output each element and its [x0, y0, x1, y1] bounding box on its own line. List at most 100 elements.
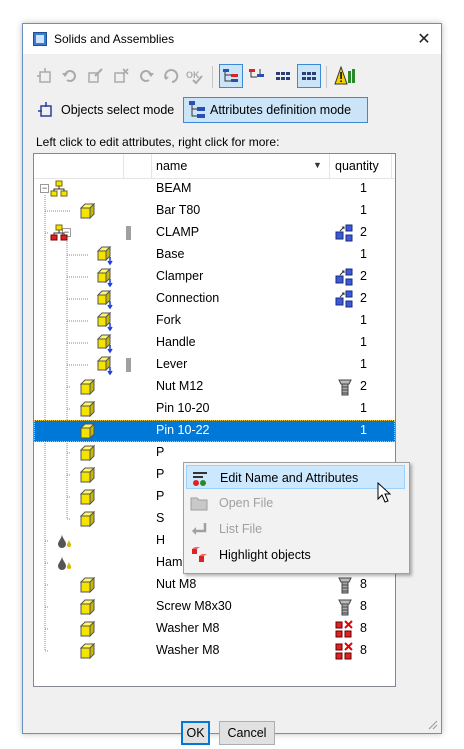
tree-row[interactable]: − CLAMP 2 [34, 222, 395, 244]
resize-grip-icon[interactable] [426, 718, 438, 730]
tree-row[interactable]: Handle 1 [34, 332, 395, 354]
close-button[interactable]: ✕ [407, 24, 441, 54]
instruction-text: Left click to edit attributes, right cli… [36, 135, 280, 149]
row-name: Pin 10-20 [156, 401, 210, 415]
row-name: BEAM [156, 181, 192, 195]
warning-icon[interactable] [333, 64, 357, 88]
row-quantity: 1 [360, 313, 367, 327]
tree-row[interactable]: Fork 1 [34, 310, 395, 332]
delete-solid-tool-icon[interactable] [109, 64, 133, 88]
tree-expand-icon[interactable] [219, 64, 243, 88]
objects-select-mode-label: Objects select mode [61, 103, 175, 117]
undo-icon[interactable] [57, 64, 81, 88]
solids-tree-list[interactable]: name ▼ quantity − BEAM 1 Bar T80 1− CLAMP 2 Bas… [33, 153, 396, 687]
row-name: Washer M8 [156, 621, 220, 635]
row-name: Connection [156, 291, 220, 305]
tree-row[interactable]: Bar T80 1 [34, 200, 395, 222]
title-bar[interactable]: Solids and Assemblies ✕ [23, 24, 441, 54]
ok-button[interactable]: OK [181, 721, 210, 745]
tree-row[interactable]: Nut M12 2 [34, 376, 395, 398]
highlight-objects-menu-item[interactable]: Highlight objects [186, 543, 405, 567]
bolt-icon [334, 597, 356, 620]
tree-row[interactable]: Clamper 2 [34, 266, 395, 288]
tree-row-selected[interactable]: Pin 10-22 1 [34, 420, 395, 442]
tree-collapse-icon[interactable] [245, 64, 269, 88]
solid-icon [78, 642, 96, 663]
open-file-menu-item[interactable]: Open File [186, 491, 405, 515]
app-icon [33, 32, 47, 46]
cancel-button[interactable]: Cancel [219, 721, 275, 745]
sort-dropdown-icon[interactable]: ▼ [313, 160, 322, 170]
collapse-toggle-icon[interactable]: − [40, 184, 49, 193]
tree-row[interactable]: Base 1 [34, 244, 395, 266]
row-quantity: 1 [360, 401, 367, 415]
solid-icon [78, 422, 96, 443]
edit-solid-tool-icon[interactable] [83, 64, 107, 88]
tree-row[interactable]: − BEAM 1 [34, 178, 395, 200]
list-file-menu-item[interactable]: List File [186, 517, 405, 541]
toolbar-separator [212, 66, 213, 88]
row-name: Screw M8x30 [156, 599, 232, 613]
dialog-window: Solids and Assemblies ✕ OK Objects selec… [22, 23, 442, 745]
row-quantity: 2 [360, 379, 367, 393]
list-view-icon[interactable] [297, 64, 321, 88]
row-quantity: 1 [360, 181, 367, 195]
row-quantity: 2 [360, 225, 367, 239]
row-name: Clamper [156, 269, 204, 283]
solid-icon [78, 488, 96, 509]
quantity-column-label: quantity [335, 159, 379, 173]
row-name: Handle [156, 335, 196, 349]
grid-view-icon[interactable] [271, 64, 295, 88]
list-file-label: List File [219, 522, 263, 536]
row-name: P [156, 489, 165, 503]
attributes-definition-mode-button[interactable]: Attributes definition mode [183, 97, 368, 123]
tree-row[interactable]: Connection 2 [34, 288, 395, 310]
tree-row[interactable]: Washer M8 8 [34, 640, 395, 662]
row-quantity: 1 [360, 335, 367, 349]
marker-column-header[interactable] [124, 154, 152, 178]
row-name: Base [156, 247, 185, 261]
row-name: Lever [156, 357, 188, 371]
list-file-icon [192, 523, 207, 535]
assembly-icon [50, 180, 68, 201]
open-folder-icon [190, 497, 208, 511]
bolt-icon [334, 377, 356, 400]
window-title: Solids and Assemblies [54, 32, 175, 46]
row-name: CLAMP [156, 225, 200, 239]
bolt-icon [334, 575, 356, 598]
ok-check-tool-icon[interactable]: OK [183, 64, 207, 88]
edit-name-attributes-menu-item[interactable]: Edit Name and Attributes [186, 465, 405, 489]
objects-select-mode-button[interactable]: Objects select mode [33, 97, 181, 123]
attributes-tree-icon [189, 101, 205, 118]
rotate-icon[interactable] [159, 64, 183, 88]
svg-text:OK: OK [186, 70, 200, 80]
add-solid-tool-icon[interactable] [33, 64, 57, 88]
open-file-label: Open File [219, 496, 274, 510]
row-name: Nut M8 [156, 577, 197, 591]
paint-drop-icon [56, 554, 74, 575]
row-quantity: 1 [360, 357, 367, 371]
row-quantity: 8 [360, 599, 367, 613]
mouse-cursor-icon [377, 482, 391, 503]
tree-row[interactable]: Pin 10-20 1 [34, 398, 395, 420]
row-quantity: 8 [360, 621, 367, 635]
row-name: P [156, 467, 165, 481]
toolbar-separator [326, 66, 327, 88]
redo-icon[interactable] [135, 64, 159, 88]
row-quantity: 1 [360, 203, 367, 217]
tree-row[interactable]: P [34, 442, 395, 464]
row-quantity: 1 [360, 423, 367, 437]
red-cross-cubes-icon [334, 619, 356, 642]
solid-icon [78, 576, 96, 597]
highlight-objects-label: Highlight objects [219, 548, 311, 562]
assembly-red-icon [50, 224, 68, 245]
row-quantity: 1 [360, 247, 367, 261]
tree-row[interactable]: Nut M8 8 [34, 574, 395, 596]
solid-icon [78, 378, 96, 399]
solid-icon [78, 400, 96, 421]
tree-row[interactable]: Lever 1 [34, 354, 395, 376]
row-name: Bar T80 [156, 203, 201, 217]
row-name: S [156, 511, 165, 525]
tree-row[interactable]: Washer M8 8 [34, 618, 395, 640]
tree-row[interactable]: Screw M8x30 8 [34, 596, 395, 618]
